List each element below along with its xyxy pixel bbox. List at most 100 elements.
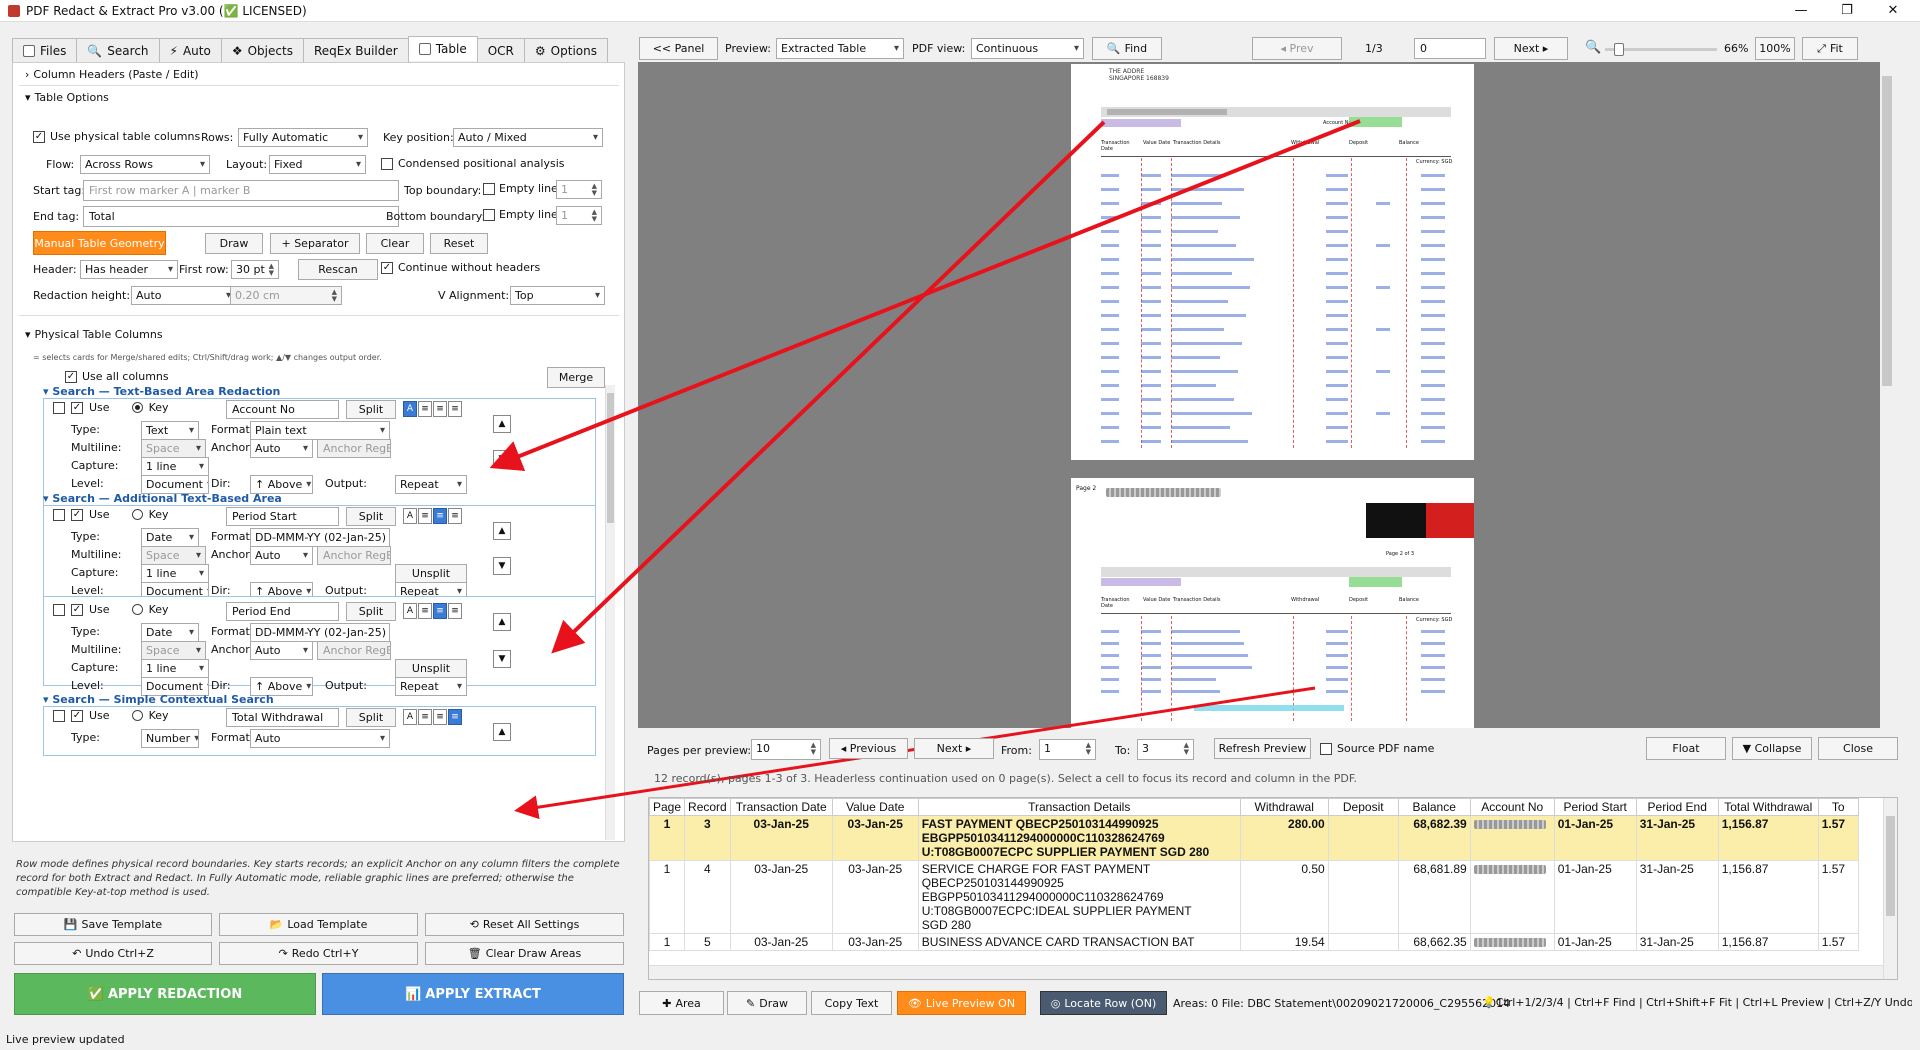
table-cell[interactable]: 03-Jan-25 <box>729 860 833 934</box>
move-up-button[interactable]: ▲ <box>493 613 511 631</box>
table-cell[interactable]: 1.57 <box>1817 815 1859 861</box>
extracted-table[interactable]: Page Record Transaction Date Value Date Tran… <box>649 798 1859 951</box>
table-cell[interactable]: 68,662.35 <box>1397 933 1471 951</box>
column-header[interactable]: Deposit <box>1327 798 1399 816</box>
apply-redaction-button[interactable]: ✅ APPLY REDACTION <box>14 973 316 1015</box>
tab-files[interactable]: Files <box>12 38 78 62</box>
minimize-button[interactable]: — <box>1778 0 1824 22</box>
split-button[interactable]: Split <box>346 400 396 419</box>
card-use-checkbox[interactable]: ✓ <box>71 508 83 521</box>
multiline-select[interactable]: Space <box>141 641 206 660</box>
move-up-button[interactable]: ▲ <box>493 415 511 433</box>
anchor-regex-input[interactable]: Anchor RegEx <box>317 641 391 660</box>
add-area-button[interactable]: ✚ Area <box>639 991 724 1015</box>
align-right-icon[interactable]: ≡ <box>448 709 462 725</box>
bottom-empty-lines-spinner[interactable]: 1 ▲ ▼ <box>556 206 602 225</box>
close-preview-button[interactable]: Close <box>1818 737 1898 760</box>
bottom-empty-lines-checkbox[interactable] <box>483 208 495 221</box>
condensed-checkbox[interactable] <box>381 157 393 170</box>
table-cell[interactable]: 1 <box>649 815 686 861</box>
move-up-button[interactable]: ▲ <box>493 522 511 540</box>
card-select-checkbox[interactable] <box>53 508 65 521</box>
anchor-select[interactable]: Auto <box>250 439 313 458</box>
zoom-slider-thumb[interactable] <box>1614 43 1624 56</box>
table-cell[interactable]: 1 <box>649 860 686 934</box>
column-name-input[interactable]: Period End <box>226 602 339 621</box>
move-down-button[interactable]: ▼ <box>493 450 511 468</box>
align-center-icon[interactable]: ≡ <box>433 603 447 619</box>
table-cell[interactable]: 01-Jan-25 <box>1553 815 1637 861</box>
add-separator-button[interactable]: + Separator <box>270 233 360 254</box>
table-cell[interactable]: 1,156.87 <box>1717 860 1819 934</box>
column-header[interactable]: Account No <box>1469 798 1555 816</box>
float-button[interactable]: Float <box>1646 737 1726 760</box>
multiline-select[interactable]: Space <box>141 439 206 458</box>
table-cell[interactable] <box>1327 860 1399 934</box>
column-header[interactable]: Page <box>649 798 686 816</box>
card-use-checkbox[interactable]: ✓ <box>71 709 83 722</box>
type-select[interactable]: Date <box>141 623 199 642</box>
tab-auto[interactable]: ⚡ Auto <box>158 38 222 62</box>
table-cell[interactable]: 03-Jan-25 <box>729 933 833 951</box>
text-case-icon[interactable]: A <box>403 401 417 417</box>
reset-all-settings-button[interactable]: ⟲ Reset All Settings <box>425 913 624 936</box>
tab-regex-builder[interactable]: ReqEx Builder <box>302 38 409 62</box>
physical-columns-section[interactable]: ▾ Physical Table Columns <box>25 328 163 341</box>
undo-button[interactable]: ↶ Undo Ctrl+Z <box>14 942 212 965</box>
pages-per-preview-spinner[interactable]: 10 ▲ ▼ <box>751 739 821 760</box>
table-options-section[interactable]: ▾ Table Options <box>25 91 109 104</box>
card-select-checkbox[interactable] <box>53 401 65 414</box>
tab-options[interactable]: ⚙ Options <box>523 38 608 62</box>
table-row[interactable]: 1 4 03-Jan-25 03-Jan-25 SERVICE CHARGE FOR F… <box>649 860 1859 934</box>
prev-page-button[interactable]: ◂ Prev <box>1252 37 1342 60</box>
format-select[interactable]: DD-MMM-YY (02-Jan-25) <box>250 528 390 547</box>
table-cell[interactable]: 03-Jan-25 <box>729 815 833 861</box>
capture-select[interactable]: 1 line <box>141 564 209 583</box>
use-physical-checkbox[interactable]: ✓ <box>33 130 45 143</box>
close-window-button[interactable]: ✕ <box>1870 0 1916 22</box>
align-center-icon[interactable]: ≡ <box>433 508 447 524</box>
table-cell[interactable]: 01-Jan-25 <box>1553 933 1637 951</box>
column-headers-section[interactable]: › Column Headers (Paste / Edit) <box>25 68 199 81</box>
redo-button[interactable]: ↷ Redo Ctrl+Y <box>219 942 418 965</box>
format-select[interactable]: Plain text <box>250 421 390 440</box>
header-select[interactable]: Has header <box>80 260 178 279</box>
previous-preview-button[interactable]: ◂ Previous <box>829 738 908 759</box>
type-select[interactable]: Text <box>141 421 199 440</box>
multiline-select[interactable]: Space <box>141 546 206 565</box>
table-cell[interactable] <box>1327 933 1399 951</box>
column-header[interactable]: Record <box>684 798 731 816</box>
tab-search[interactable]: 🔍 Search <box>76 38 160 62</box>
table-cell[interactable]: 4 <box>684 860 731 934</box>
end-tag-input[interactable]: Total <box>83 206 399 227</box>
unsplit-button[interactable]: Unsplit <box>395 659 467 678</box>
format-select[interactable]: DD-MMM-YY (02-Jan-25) <box>250 623 390 642</box>
top-empty-lines-spinner[interactable]: 1 ▲ ▼ <box>556 180 602 199</box>
tab-objects[interactable]: ❖ Objects <box>220 38 304 62</box>
anchor-select[interactable]: Auto <box>250 546 313 565</box>
column-header[interactable]: Period End <box>1635 798 1719 816</box>
apply-extract-button[interactable]: 📊 APPLY EXTRACT <box>322 973 624 1015</box>
table-cell[interactable] <box>1469 933 1555 951</box>
find-button[interactable]: 🔍 Find <box>1092 37 1162 60</box>
format-select[interactable]: Auto <box>250 729 390 748</box>
next-preview-button[interactable]: Next ▸ <box>914 738 994 759</box>
reset-geometry-button[interactable]: Reset <box>430 233 488 254</box>
rows-select[interactable]: Fully Automatic <box>238 128 368 147</box>
table-cell[interactable]: 0.50 <box>1239 860 1329 934</box>
pdf-viewer[interactable]: THE ADDRE SINGAPORE 168839 Account No. T… <box>638 62 1894 728</box>
text-case-icon[interactable]: A <box>403 603 417 619</box>
panel-toggle-button[interactable]: << Panel <box>639 37 718 60</box>
table-cell[interactable] <box>1327 815 1399 861</box>
tab-table[interactable]: Table <box>407 36 478 61</box>
card-use-checkbox[interactable]: ✓ <box>71 603 83 616</box>
table-cell[interactable]: 19.54 <box>1239 933 1329 951</box>
column-name-input[interactable]: Account No <box>226 400 339 419</box>
table-cell[interactable] <box>1469 815 1555 861</box>
move-down-button[interactable]: ▼ <box>493 650 511 668</box>
page-input[interactable]: 0 <box>1414 38 1486 59</box>
table-cell[interactable]: 31-Jan-25 <box>1635 860 1719 934</box>
redaction-height-select[interactable]: Auto <box>131 286 236 305</box>
column-header[interactable]: Transaction Date <box>729 798 833 816</box>
align-right-icon[interactable]: ≡ <box>448 401 462 417</box>
